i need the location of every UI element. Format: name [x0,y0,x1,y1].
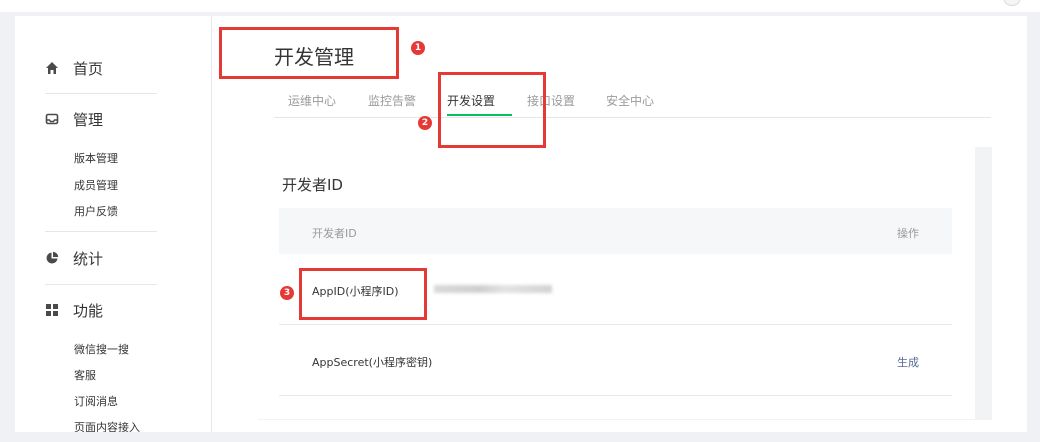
appsecret-label: AppSecret(小程序密钥) [312,356,433,369]
tab-monitoring[interactable]: 监控告警 [368,92,416,109]
table-row: AppSecret(小程序密钥) 生成 [279,325,952,396]
inbox-icon [45,112,59,126]
divider [45,284,157,285]
sidebar-item-label: 管理 [73,110,104,129]
annotation-badge: 2 [418,116,432,130]
sidebar-subitem-version[interactable]: 版本管理 [74,150,118,166]
tab-operations[interactable]: 运维中心 [288,92,336,109]
sidebar-subitem-members[interactable]: 成员管理 [74,177,118,193]
divider [45,93,157,94]
annotation-box-appid [299,268,427,320]
sidebar: 首页 管理 版本管理 成员管理 用户反馈 统计 功能 微信搜一搜 客服 订阅消息… [15,16,212,432]
generate-button[interactable]: 生成 [897,354,919,370]
sidebar-subitem-search[interactable]: 微信搜一搜 [74,341,129,357]
sidebar-item-label: 首页 [73,59,104,78]
column-header-action: 操作 [897,227,919,240]
appid-value-redacted [434,285,552,293]
sidebar-item-manage[interactable]: 管理 [45,107,103,131]
home-icon [45,61,59,75]
sidebar-subitem-customer-service[interactable]: 客服 [74,367,96,383]
sidebar-item-home[interactable]: 首页 [45,56,103,80]
annotation-badge: 1 [411,41,425,55]
table-header: 开发者ID 操作 [279,208,952,254]
annotation-badge: 3 [280,286,294,300]
sidebar-subitem-feedback[interactable]: 用户反馈 [74,203,118,219]
pie-chart-icon [45,251,59,265]
sidebar-item-label: 统计 [73,249,104,268]
tab-bar: 运维中心 监控告警 开发设置 接口设置 安全中心 [274,86,991,118]
sidebar-item-features[interactable]: 功能 [45,298,103,322]
sidebar-item-stats[interactable]: 统计 [45,246,103,270]
column-header-id: 开发者ID [312,227,357,240]
divider [45,231,157,232]
sidebar-item-label: 功能 [73,301,104,320]
sidebar-subitem-subscription[interactable]: 订阅消息 [74,393,118,409]
annotation-box-tab [438,72,546,148]
sidebar-subitem-page-content[interactable]: 页面内容接入 [74,419,140,432]
tab-security[interactable]: 安全中心 [606,92,654,109]
page: 首页 管理 版本管理 成员管理 用户反馈 统计 功能 微信搜一搜 客服 订阅消息… [0,0,1040,442]
card-title: 开发者ID [282,176,343,194]
top-bar [0,0,1040,12]
grid-icon [45,303,59,317]
annotation-box-title [219,27,399,79]
avatar[interactable] [1004,0,1020,6]
